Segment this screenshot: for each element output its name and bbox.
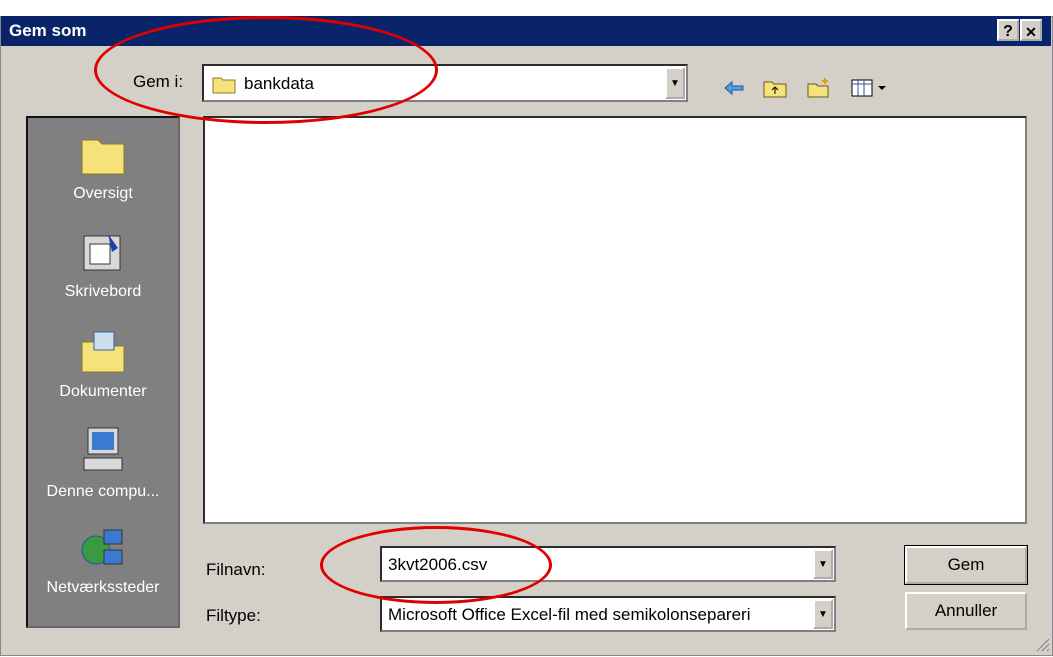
documents-icon [28,330,178,379]
back-icon[interactable] [722,76,748,100]
save-button[interactable]: Gem [904,545,1028,585]
place-dokumenter[interactable]: Dokumenter [28,330,178,401]
resize-grip-icon[interactable] [1034,636,1050,652]
place-label: Netværkssteder [46,579,160,596]
file-list[interactable] [203,116,1027,524]
up-folder-icon[interactable] [762,76,788,100]
place-denne-computer[interactable]: Denne compu... [28,426,178,501]
folder-icon [28,132,178,181]
places-bar: Oversigt Skrivebord Dokumenter Denne com… [26,116,180,628]
view-menu-icon[interactable] [850,76,890,100]
window-title: Gem som [9,21,87,40]
place-oversigt[interactable]: Oversigt [28,132,178,203]
filetype-dropdown-button[interactable]: ▼ [813,599,833,629]
desktop-icon [28,230,178,279]
network-icon [28,526,178,575]
place-netvaerkssteder[interactable]: Netværkssteder [28,526,178,597]
place-label: Oversigt [73,185,133,202]
place-label: Dokumenter [59,383,147,400]
cancel-button[interactable]: Annuller [905,592,1027,630]
computer-icon [28,426,178,479]
save-in-dropdown-button[interactable]: ▼ [665,67,685,99]
place-skrivebord[interactable]: Skrivebord [28,230,178,301]
top-strip [0,0,1053,16]
new-folder-icon[interactable] [806,76,832,100]
close-button[interactable]: ✕ [1020,19,1042,41]
filename-dropdown-button[interactable]: ▼ [813,549,833,579]
filename-label: Filnavn: [206,560,266,579]
annotation-ellipse-save-in [94,16,438,124]
place-label: Denne compu... [46,483,160,500]
filetype-value: Microsoft Office Excel-fil med semikolon… [388,605,751,624]
filetype-label: Filtype: [206,606,261,625]
place-label: Skrivebord [64,283,142,300]
help-button[interactable]: ? [997,19,1019,41]
annotation-ellipse-filename [320,526,552,604]
